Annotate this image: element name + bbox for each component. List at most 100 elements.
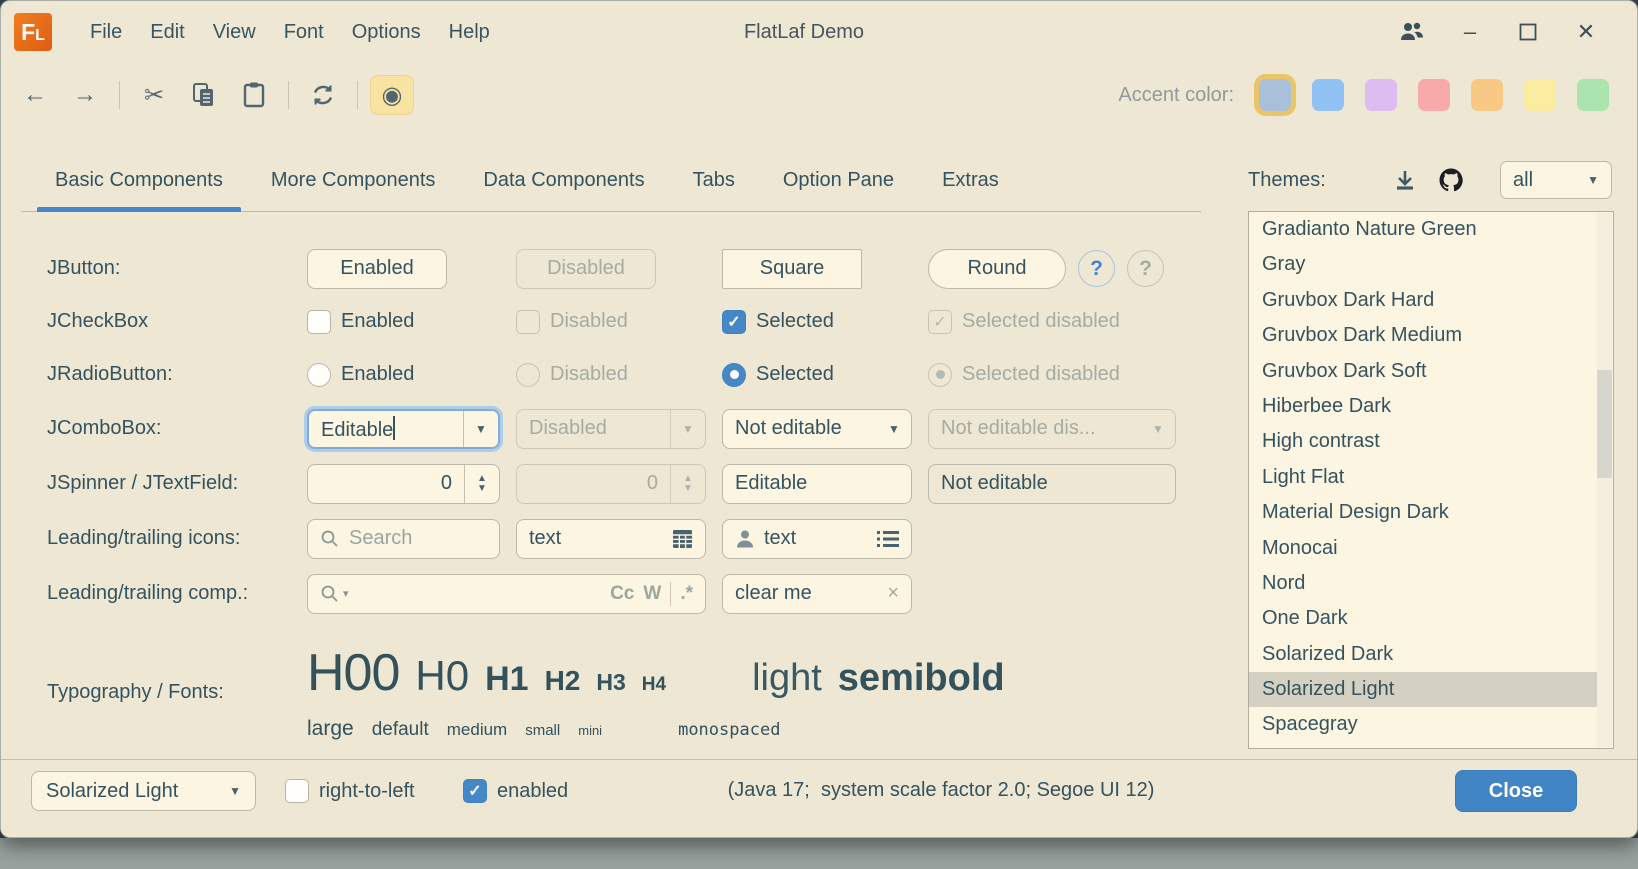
menu-file[interactable]: File bbox=[76, 13, 136, 52]
theme-item[interactable]: Gruvbox Dark Medium bbox=[1249, 318, 1598, 353]
logo-letter-f: F bbox=[21, 13, 35, 51]
copy-button[interactable] bbox=[182, 75, 226, 115]
theme-item[interactable]: Gradianto Nature Green bbox=[1249, 212, 1598, 247]
lookandfeel-combo[interactable]: Solarized Light ▼ bbox=[31, 771, 256, 811]
themes-scrollbar-track[interactable] bbox=[1597, 213, 1612, 747]
themes-header: Themes: all ▼ bbox=[1248, 151, 1613, 209]
accent-swatch-default[interactable] bbox=[1259, 79, 1291, 111]
combobox-not-editable-disabled: Not editable dis... ▼ bbox=[928, 409, 1176, 449]
forward-button[interactable]: → bbox=[63, 75, 107, 115]
search-options-caret-icon[interactable]: ▾ bbox=[343, 587, 349, 600]
tab-more-components[interactable]: More Components bbox=[253, 149, 454, 211]
search-input[interactable]: Search bbox=[307, 519, 500, 559]
theme-item[interactable]: Material Design Dark bbox=[1249, 495, 1598, 530]
spinner-up-icon[interactable]: ▲ bbox=[477, 474, 487, 484]
radio-selected[interactable] bbox=[722, 363, 746, 387]
accent-swatch-green[interactable] bbox=[1577, 79, 1609, 111]
show-hidden-eye-toggle[interactable]: ◉ bbox=[370, 75, 414, 115]
spinner-enabled[interactable]: 0 ▲▼ bbox=[307, 464, 500, 504]
menu-view[interactable]: View bbox=[199, 13, 270, 52]
tab-option-pane[interactable]: Option Pane bbox=[765, 149, 912, 211]
maximize-button[interactable] bbox=[1499, 1, 1557, 63]
radio-selected-label: Selected bbox=[756, 363, 834, 386]
download-icon[interactable] bbox=[1386, 161, 1424, 199]
combobox-not-editable[interactable]: Not editable ▼ bbox=[722, 409, 912, 449]
accent-swatch-yellow[interactable] bbox=[1524, 79, 1556, 111]
theme-item[interactable]: Hiberbee Dark bbox=[1249, 389, 1598, 424]
tab-basic-components[interactable]: Basic Components bbox=[37, 149, 241, 211]
paste-button[interactable] bbox=[232, 75, 276, 115]
users-icon[interactable] bbox=[1383, 1, 1441, 63]
checkbox-selected[interactable]: ✓ bbox=[722, 310, 746, 334]
match-case-button[interactable]: Cc bbox=[610, 583, 634, 605]
checkbox-selected-label: Selected bbox=[756, 310, 834, 333]
round-button[interactable]: Round bbox=[928, 249, 1066, 289]
combobox-editable[interactable]: Editable ▼ bbox=[307, 409, 500, 449]
menu-options[interactable]: Options bbox=[338, 13, 435, 52]
tab-tabs[interactable]: Tabs bbox=[675, 149, 753, 211]
theme-item[interactable]: Gruvbox Dark Hard bbox=[1249, 283, 1598, 318]
themes-filter-combo[interactable]: all ▼ bbox=[1500, 161, 1612, 199]
theme-item[interactable]: One Dark bbox=[1249, 601, 1598, 636]
toolbar-separator bbox=[357, 81, 358, 109]
jbutton-row: JButton: Enabled Disabled Square Round ?… bbox=[47, 242, 1201, 295]
theme-item[interactable]: Spacegray bbox=[1249, 707, 1598, 742]
theme-item[interactable]: High contrast bbox=[1249, 424, 1598, 459]
cut-button[interactable]: ✂ bbox=[132, 75, 176, 115]
calendar-icon[interactable] bbox=[672, 528, 693, 549]
github-icon[interactable] bbox=[1432, 161, 1470, 199]
regex-button[interactable]: .* bbox=[680, 583, 693, 605]
minimize-button[interactable]: – bbox=[1441, 1, 1499, 63]
typography-label: Typography / Fonts: bbox=[47, 681, 291, 704]
date-input[interactable]: text bbox=[516, 519, 706, 559]
enabled-button[interactable]: Enabled bbox=[307, 249, 447, 289]
toolbar: ← → ✂ ◉ bbox=[1, 63, 1637, 127]
accent-swatch-purple[interactable] bbox=[1365, 79, 1397, 111]
right-to-left-label: right-to-left bbox=[319, 780, 415, 803]
menu-edit[interactable]: Edit bbox=[136, 13, 198, 52]
back-button[interactable]: ← bbox=[13, 75, 57, 115]
list-icon[interactable] bbox=[877, 530, 899, 548]
clearable-input[interactable]: clear me × bbox=[722, 574, 912, 614]
combobox-not-editable-disabled-value: Not editable dis... bbox=[929, 417, 1141, 440]
close-button[interactable]: Close bbox=[1455, 770, 1577, 812]
tab-extras[interactable]: Extras bbox=[924, 149, 1017, 211]
enabled-checkbox[interactable]: ✓ bbox=[463, 779, 487, 803]
theme-item[interactable]: Gray bbox=[1249, 247, 1598, 282]
checkbox-selected-disabled: ✓ bbox=[928, 310, 952, 334]
tab-data-components[interactable]: Data Components bbox=[465, 149, 662, 211]
chevron-down-icon[interactable]: ▼ bbox=[464, 422, 498, 436]
radio-enabled-label: Enabled bbox=[341, 363, 414, 386]
accent-swatch-red[interactable] bbox=[1418, 79, 1450, 111]
theme-item[interactable]: Solarized Dark bbox=[1249, 637, 1598, 672]
square-button[interactable]: Square bbox=[722, 249, 862, 289]
refresh-button[interactable] bbox=[301, 75, 345, 115]
clear-icon[interactable]: × bbox=[887, 582, 899, 605]
advanced-search-input[interactable]: ▾ Cc W .* bbox=[307, 574, 706, 614]
chevron-down-icon: ▼ bbox=[671, 422, 705, 436]
checkbox-enabled[interactable] bbox=[307, 310, 331, 334]
h3-sample: H3 bbox=[596, 669, 625, 696]
leading-trailing-comp-row: Leading/trailing comp.: ▾ Cc W .* clear … bbox=[47, 566, 1201, 621]
chevron-down-icon: ▼ bbox=[877, 422, 911, 436]
right-to-left-checkbox[interactable] bbox=[285, 779, 309, 803]
textfield-editable[interactable]: Editable bbox=[722, 464, 912, 504]
user-input[interactable]: text bbox=[722, 519, 912, 559]
theme-item[interactable]: Nord bbox=[1249, 566, 1598, 601]
close-window-button[interactable]: ✕ bbox=[1557, 1, 1615, 63]
accent-swatch-blue[interactable] bbox=[1312, 79, 1344, 111]
spinner-down-icon[interactable]: ▼ bbox=[477, 484, 487, 494]
theme-item-selected[interactable]: Solarized Light bbox=[1249, 672, 1598, 707]
themes-scrollbar-thumb[interactable] bbox=[1597, 370, 1612, 478]
search-icon[interactable] bbox=[320, 584, 340, 604]
theme-item[interactable]: Monocai bbox=[1249, 531, 1598, 566]
accent-swatch-orange[interactable] bbox=[1471, 79, 1503, 111]
theme-item[interactable]: Light Flat bbox=[1249, 460, 1598, 495]
menu-help[interactable]: Help bbox=[435, 13, 504, 52]
whole-word-button[interactable]: W bbox=[643, 583, 661, 605]
themes-list: Gradianto Nature Green Gray Gruvbox Dark… bbox=[1248, 211, 1614, 749]
help-button[interactable]: ? bbox=[1078, 250, 1115, 287]
theme-item[interactable]: Gruvbox Dark Soft bbox=[1249, 354, 1598, 389]
radio-enabled[interactable] bbox=[307, 363, 331, 387]
menu-font[interactable]: Font bbox=[270, 13, 338, 52]
